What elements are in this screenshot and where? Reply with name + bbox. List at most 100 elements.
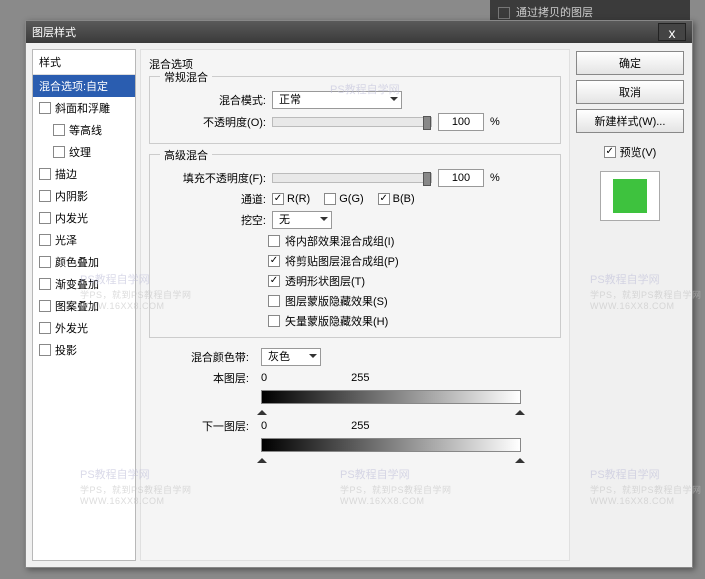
opacity-unit: %: [490, 116, 500, 128]
styles-item[interactable]: 纹理: [33, 141, 135, 163]
style-checkbox[interactable]: [53, 124, 65, 136]
styles-item[interactable]: 投影: [33, 339, 135, 361]
fill-opacity-value[interactable]: 100: [438, 169, 484, 187]
fill-opacity-unit: %: [490, 172, 500, 184]
channels: R(R) G(G) B(B): [272, 193, 415, 205]
style-checkbox[interactable]: [39, 300, 51, 312]
styles-item[interactable]: 颜色叠加: [33, 251, 135, 273]
center-panel: 混合选项 常规混合 混合模式: 正常 不透明度(O): 100 % 高级混合 填…: [140, 49, 570, 561]
styles-item[interactable]: 内发光: [33, 207, 135, 229]
this-high-handle[interactable]: [515, 405, 525, 415]
styles-item[interactable]: 描边: [33, 163, 135, 185]
adv-option-checkbox[interactable]: [268, 295, 280, 307]
style-checkbox[interactable]: [39, 256, 51, 268]
layer-icon: [498, 7, 510, 19]
channel-item[interactable]: B(B): [378, 193, 415, 205]
styles-item-label: 纹理: [69, 144, 91, 160]
styles-item[interactable]: 等高线: [33, 119, 135, 141]
adv-option[interactable]: 矢量蒙版隐藏效果(H): [268, 313, 552, 329]
fill-opacity-slider[interactable]: [272, 173, 432, 183]
adv-option-label: 图层蒙版隐藏效果(S): [285, 293, 388, 309]
group-title-normal: 常规混合: [160, 69, 212, 85]
channel-label: B(B): [393, 193, 415, 205]
under-low-handle[interactable]: [257, 453, 267, 463]
titlebar[interactable]: 图层样式 x: [26, 21, 692, 43]
adv-option-label: 透明形状图层(T): [285, 273, 365, 289]
blend-if-section: 混合颜色带: 灰色 本图层: 0 255 下一图层:: [149, 348, 561, 452]
new-style-button[interactable]: 新建样式(W)...: [576, 109, 684, 133]
styles-item[interactable]: 光泽: [33, 229, 135, 251]
styles-item-label: 外发光: [55, 320, 88, 336]
styles-item-label: 混合选项:自定: [39, 78, 108, 94]
style-checkbox[interactable]: [39, 212, 51, 224]
style-checkbox[interactable]: [39, 322, 51, 334]
channel-label: R(R): [287, 193, 310, 205]
channel-item[interactable]: G(G): [324, 193, 363, 205]
ok-button[interactable]: 确定: [576, 51, 684, 75]
styles-item-label: 斜面和浮雕: [55, 100, 110, 116]
adv-option-checkbox[interactable]: [268, 315, 280, 327]
adv-option[interactable]: 将剪贴图层混合成组(P): [268, 253, 552, 269]
cancel-button[interactable]: 取消: [576, 80, 684, 104]
close-button[interactable]: x: [658, 23, 686, 41]
this-low-handle[interactable]: [257, 405, 267, 415]
styles-item-label: 等高线: [69, 122, 102, 138]
group-advanced-blend: 高级混合 填充不透明度(F): 100 % 通道: R(R)G(G)B(B) 挖…: [149, 154, 561, 338]
style-checkbox[interactable]: [39, 234, 51, 246]
under-layer-low: 0: [261, 420, 267, 432]
adv-option-checkbox[interactable]: [268, 275, 280, 287]
under-high-handle[interactable]: [515, 453, 525, 463]
knockout-label: 挖空:: [158, 212, 266, 228]
style-checkbox[interactable]: [39, 102, 51, 114]
styles-item[interactable]: 图案叠加: [33, 295, 135, 317]
adv-option-checkbox[interactable]: [268, 255, 280, 267]
channel-label: 通道:: [158, 191, 266, 207]
styles-item[interactable]: 斜面和浮雕: [33, 97, 135, 119]
blendif-select[interactable]: 灰色: [261, 348, 321, 366]
this-layer-low: 0: [261, 372, 267, 384]
preview-checkbox[interactable]: [604, 146, 616, 158]
styles-item-label: 颜色叠加: [55, 254, 99, 270]
fill-opacity-label: 填充不透明度(F):: [158, 170, 266, 186]
slider-thumb[interactable]: [423, 172, 431, 186]
opacity-slider[interactable]: [272, 117, 432, 127]
styles-item-label: 描边: [55, 166, 77, 182]
styles-list: 混合选项:自定 斜面和浮雕等高线纹理描边内阴影内发光光泽颜色叠加渐变叠加图案叠加…: [33, 75, 135, 361]
styles-item[interactable]: 内阴影: [33, 185, 135, 207]
channel-checkbox[interactable]: [272, 193, 284, 205]
preview-swatch: [613, 179, 647, 213]
adv-option-checkbox[interactable]: [268, 235, 280, 247]
blend-mode-label: 混合模式:: [158, 92, 266, 108]
blend-mode-select[interactable]: 正常: [272, 91, 402, 109]
adv-option[interactable]: 透明形状图层(T): [268, 273, 552, 289]
slider-thumb[interactable]: [423, 116, 431, 130]
styles-item[interactable]: 渐变叠加: [33, 273, 135, 295]
layer-name: 通过拷贝的图层: [516, 7, 593, 19]
style-checkbox[interactable]: [39, 168, 51, 180]
knockout-select[interactable]: 无: [272, 211, 332, 229]
styles-item-blending-options[interactable]: 混合选项:自定: [33, 75, 135, 97]
adv-option-label: 将剪贴图层混合成组(P): [285, 253, 399, 269]
styles-item[interactable]: 外发光: [33, 317, 135, 339]
style-checkbox[interactable]: [39, 190, 51, 202]
channel-checkbox[interactable]: [324, 193, 336, 205]
layer-style-dialog: 图层样式 x 样式 混合选项:自定 斜面和浮雕等高线纹理描边内阴影内发光光泽颜色…: [25, 20, 693, 568]
styles-panel: 样式 混合选项:自定 斜面和浮雕等高线纹理描边内阴影内发光光泽颜色叠加渐变叠加图…: [32, 49, 136, 561]
styles-header: 样式: [33, 50, 135, 75]
preview-checkbox-row[interactable]: 预览(V): [576, 144, 684, 160]
this-layer-gradbar[interactable]: [261, 390, 521, 404]
style-checkbox[interactable]: [53, 146, 65, 158]
opacity-value[interactable]: 100: [438, 113, 484, 131]
styles-item-label: 图案叠加: [55, 298, 99, 314]
channel-checkbox[interactable]: [378, 193, 390, 205]
under-layer-high: 255: [351, 420, 369, 432]
layers-panel-header: 通过拷贝的图层: [490, 0, 690, 22]
styles-item-label: 渐变叠加: [55, 276, 99, 292]
channel-item[interactable]: R(R): [272, 193, 310, 205]
style-checkbox[interactable]: [39, 278, 51, 290]
adv-option[interactable]: 将内部效果混合成组(I): [268, 233, 552, 249]
style-checkbox[interactable]: [39, 344, 51, 356]
styles-item-label: 投影: [55, 342, 77, 358]
under-layer-gradbar[interactable]: [261, 438, 521, 452]
adv-option[interactable]: 图层蒙版隐藏效果(S): [268, 293, 552, 309]
